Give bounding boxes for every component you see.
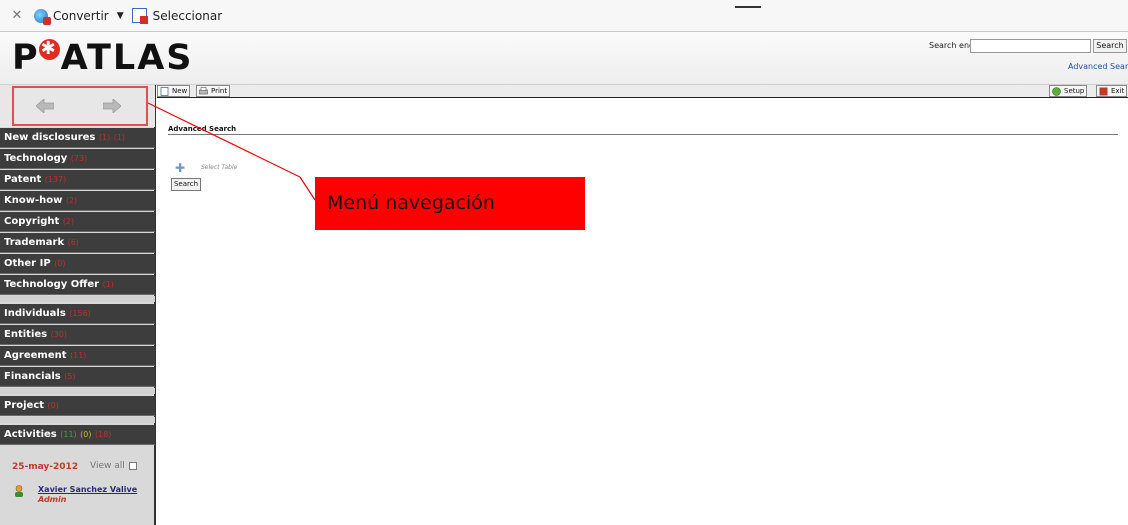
sidebar-item-technology[interactable]: Technology (73)	[0, 149, 155, 169]
exit-icon	[1099, 87, 1108, 96]
view-all-label: View all	[90, 461, 125, 471]
logo-wordmark: ATLAS	[60, 38, 194, 78]
sidebar-item-label: Technology	[4, 153, 68, 164]
exit-label: Exit	[1111, 87, 1125, 95]
sidebar-item-financials[interactable]: Financials (5)	[0, 367, 155, 387]
sidebar-item-label: Patent	[4, 174, 42, 185]
sidebar-item-label: Know-how	[4, 195, 63, 206]
count-badge: (0)	[80, 430, 92, 439]
sidebar-item-label: Activities	[4, 429, 57, 440]
count-badge: (2)	[65, 196, 78, 205]
menu-separator	[0, 417, 155, 423]
plugin-toolbar: ✕ Convertir ▼ Seleccionar	[0, 0, 1128, 32]
sidebar-item-individuals[interactable]: Individuals (156)	[0, 304, 155, 324]
count-badge: (156)	[69, 309, 91, 318]
sidebar-item-new-disclosures[interactable]: New disclosures (1) (1)	[0, 128, 155, 148]
count-badge: (18)	[94, 430, 112, 439]
sidebar-item-label: Other IP	[4, 258, 51, 269]
user-role: Admin	[38, 495, 67, 504]
printer-icon	[199, 87, 208, 96]
print-label: Print	[211, 87, 228, 95]
sidebar-item-label: Financials	[4, 371, 61, 382]
view-all-checkbox[interactable]	[128, 461, 137, 470]
sidebar-item-label: Individuals	[4, 308, 66, 319]
sidebar-item-other-ip[interactable]: Other IP (0)	[0, 254, 155, 274]
advanced-search-link[interactable]: Advanced Searc	[1068, 62, 1128, 71]
title-divider	[168, 134, 1118, 135]
logo-asterisk-icon: ✱	[38, 38, 60, 60]
view-all-toggle[interactable]: View all	[90, 461, 137, 471]
count-badge: (1)	[102, 280, 114, 289]
annotation-label: Menú navegación	[315, 177, 585, 230]
menu-separator	[0, 296, 155, 302]
sidebar-item-trademark[interactable]: Trademark (6)	[0, 233, 155, 253]
activity-date: 25-may-2012	[12, 462, 79, 472]
new-button[interactable]: New	[157, 85, 191, 97]
count-badge: (2)	[62, 217, 75, 226]
sidebar-item-label: Entities	[4, 329, 48, 340]
count-badge: (73)	[70, 154, 88, 163]
count-badge: (30)	[50, 330, 68, 339]
count-badge: (1)	[98, 133, 111, 142]
window-edge-line	[735, 6, 761, 8]
chevron-down-icon[interactable]: ▼	[117, 11, 124, 21]
logo[interactable]: P ✱ ATLAS	[12, 38, 194, 78]
convert-button[interactable]: Convertir ▼	[34, 8, 132, 25]
search-input[interactable]	[970, 39, 1091, 53]
sidebar-item-copyright[interactable]: Copyright (2)	[0, 212, 155, 232]
logo-letter: P	[12, 38, 40, 78]
sidebar-item-patent[interactable]: Patent (137)	[0, 170, 155, 190]
count-badge: (11)	[69, 351, 87, 360]
count-badge: (1)	[113, 133, 126, 142]
convert-globe-icon	[34, 8, 51, 25]
sidebar-item-label: New disclosures	[4, 132, 96, 143]
new-document-icon	[160, 87, 169, 96]
annotation-highlight-box	[12, 86, 148, 126]
count-badge: (137)	[44, 175, 67, 184]
select-page-icon[interactable]	[131, 8, 148, 24]
add-icon[interactable]: ✚	[175, 161, 185, 175]
count-badge: (0)	[47, 401, 59, 410]
count-badge: (5)	[64, 372, 76, 381]
sidebar-item-agreement[interactable]: Agreement (11)	[0, 346, 155, 366]
setup-label: Setup	[1064, 87, 1085, 95]
count-badge: (11)	[60, 430, 77, 439]
select-label[interactable]: Seleccionar	[153, 9, 222, 23]
sidebar-item-technology-offer[interactable]: Technology Offer (1)	[0, 275, 155, 295]
convert-label: Convertir	[53, 8, 109, 23]
print-button[interactable]: Print	[196, 85, 231, 97]
app-header: P ✱ ATLAS Search engine Search Advanced …	[0, 32, 1128, 85]
close-icon[interactable]: ✕	[8, 8, 26, 23]
sidebar-item-project[interactable]: Project (0)	[0, 396, 155, 416]
search-button[interactable]: Search	[1093, 39, 1127, 53]
menu-separator	[0, 388, 155, 394]
main-toolbar: New Print Setup Exit	[157, 85, 1128, 98]
sidebar-item-label: Trademark	[4, 237, 65, 248]
advanced-search-button[interactable]: Search	[171, 178, 201, 191]
sidebar-item-label: Copyright	[4, 216, 60, 227]
page-title: Advanced Search	[168, 125, 237, 133]
sidebar-item-label: Technology Offer	[4, 279, 100, 290]
sidebar-item-entities[interactable]: Entities (30)	[0, 325, 155, 345]
select-table-link[interactable]: Select Table	[201, 164, 237, 171]
exit-button[interactable]: Exit	[1096, 85, 1128, 97]
sidebar: New disclosures (1) (1) Technology (73) …	[0, 85, 156, 525]
sidebar-item-know-how[interactable]: Know-how (2)	[0, 191, 155, 211]
count-badge: (6)	[67, 238, 79, 247]
setup-button[interactable]: Setup	[1049, 85, 1088, 97]
gear-icon	[1052, 87, 1061, 96]
main-content: Advanced Search ✚ Select Table Search	[157, 98, 1128, 525]
user-name-link[interactable]: Xavier Sanchez Valive	[38, 485, 137, 494]
count-badge: (0)	[54, 259, 66, 268]
sidebar-item-label: Agreement	[4, 350, 67, 361]
sidebar-item-activities[interactable]: Activities (11) (0) (18)	[0, 425, 155, 445]
new-label: New	[172, 87, 188, 95]
user-icon	[14, 482, 24, 497]
sidebar-item-label: Project	[4, 400, 45, 411]
